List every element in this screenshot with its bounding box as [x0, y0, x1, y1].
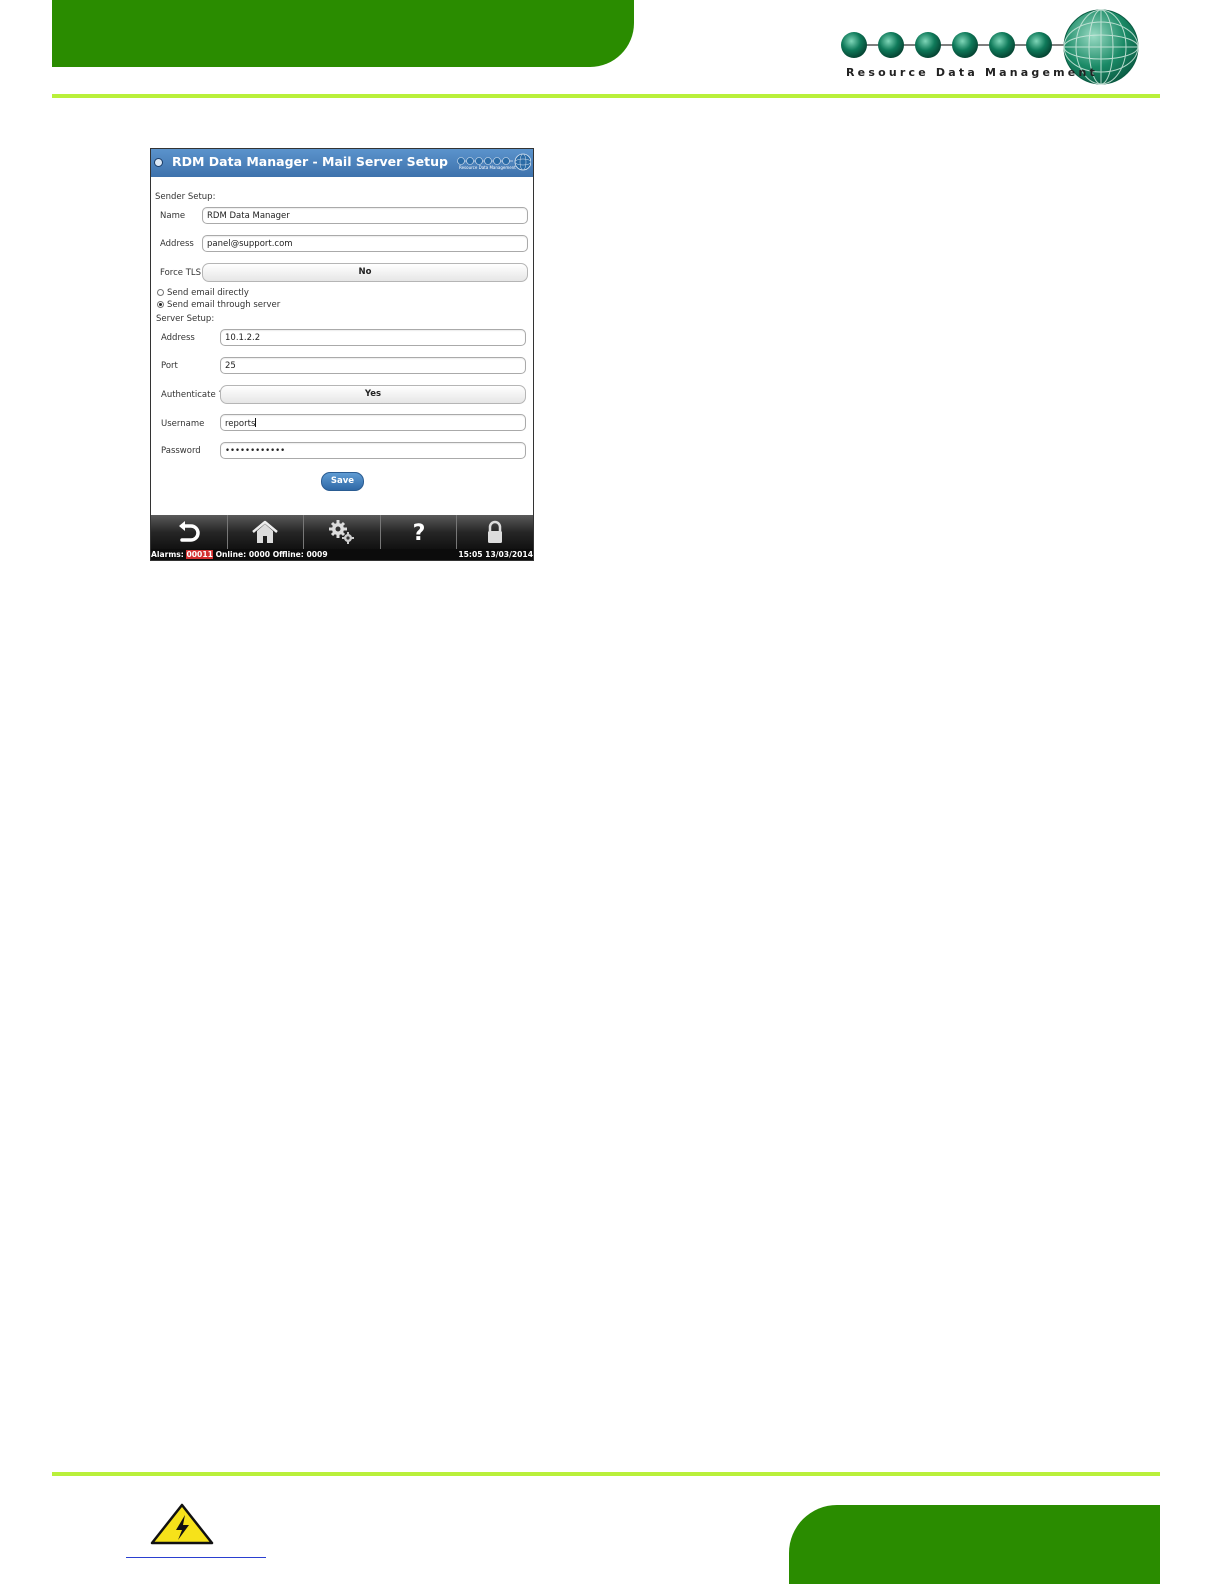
- home-icon: [252, 520, 279, 543]
- sender-setup-heading: Sender Setup:: [155, 192, 216, 202]
- sender-name-input[interactable]: RDM Data Manager: [202, 207, 528, 224]
- username-label: Username: [161, 419, 205, 429]
- server-address-input[interactable]: 10.1.2.2: [220, 329, 526, 346]
- footer-link-underline: [126, 1557, 266, 1558]
- offline-label: Offline:: [272, 550, 304, 559]
- username-input[interactable]: reports: [220, 414, 526, 431]
- header-divider: [52, 94, 1160, 98]
- back-icon: [178, 521, 200, 542]
- sender-address-input[interactable]: panel@support.com: [202, 235, 528, 252]
- help-button[interactable]: ?: [381, 515, 458, 549]
- password-input[interactable]: ••••••••••••: [220, 442, 526, 459]
- lock-icon: [488, 520, 503, 543]
- send-through-server-label: Send email through server: [167, 300, 281, 310]
- lock-button[interactable]: [457, 515, 533, 549]
- title-logo: Resource Data Management: [457, 153, 532, 173]
- status-bar: Alarms: 00011 Online: 0000 Offline: 0009…: [151, 549, 533, 560]
- back-button[interactable]: [151, 515, 228, 549]
- status-datetime: 15:05 13/03/2014: [458, 550, 533, 559]
- window-title: RDM Data Manager - Mail Server Setup: [172, 154, 448, 169]
- text-cursor: [255, 418, 257, 427]
- home-button[interactable]: [228, 515, 305, 549]
- footer-band: [789, 1505, 1160, 1584]
- title-bar: RDM Data Manager - Mail Server Setup Res…: [151, 149, 533, 177]
- server-port-label: Port: [161, 361, 178, 371]
- alarms-count[interactable]: 00011: [186, 550, 213, 559]
- send-directly-label: Send email directly: [167, 288, 249, 298]
- high-voltage-warning-icon: [150, 1503, 214, 1545]
- alarms-label: Alarms:: [151, 550, 184, 559]
- password-label: Password: [161, 446, 201, 456]
- sender-name-label: Name: [160, 211, 186, 221]
- status-counts: Alarms: 00011 Online: 0000 Offline: 0009: [151, 550, 328, 559]
- company-logo: Resource Data Management: [836, 4, 1140, 90]
- force-tls-toggle[interactable]: No: [202, 263, 528, 282]
- help-icon: ?: [412, 521, 425, 544]
- save-button[interactable]: Save: [321, 472, 364, 491]
- settings-button[interactable]: [304, 515, 381, 549]
- title-logo-text: Resource Data Management: [459, 165, 516, 170]
- bottom-toolbar: ?: [151, 515, 533, 549]
- footer-divider: [52, 1472, 1160, 1476]
- offline-count: 0009: [306, 550, 328, 559]
- status-time: 15:05: [458, 550, 483, 559]
- window-menu-icon[interactable]: [154, 158, 163, 167]
- online-count: 0000: [248, 550, 271, 559]
- title-logo-graphic: [457, 153, 532, 171]
- send-directly-option[interactable]: Send email directly: [157, 288, 249, 298]
- send-through-server-radio[interactable]: [157, 301, 164, 308]
- sender-address-label: Address: [160, 239, 194, 249]
- settings-icon: [328, 520, 354, 544]
- send-directly-radio[interactable]: [157, 289, 164, 296]
- authenticate-toggle[interactable]: Yes: [220, 385, 526, 404]
- online-label: Online:: [215, 550, 247, 559]
- svg-text:?: ?: [412, 521, 425, 544]
- authenticate-label: Authenticate ?: [161, 390, 223, 400]
- logo-text: Resource Data Management: [846, 66, 1098, 79]
- header-band: [52, 0, 634, 67]
- server-port-input[interactable]: 25: [220, 357, 526, 374]
- app-window: RDM Data Manager - Mail Server Setup Res…: [150, 148, 534, 561]
- server-setup-heading: Server Setup:: [156, 314, 215, 324]
- username-value: reports: [225, 419, 256, 429]
- send-through-server-option[interactable]: Send email through server: [157, 300, 280, 310]
- server-address-label: Address: [161, 333, 195, 343]
- status-date: 13/03/2014: [485, 550, 533, 559]
- force-tls-label: Force TLS: [160, 268, 202, 278]
